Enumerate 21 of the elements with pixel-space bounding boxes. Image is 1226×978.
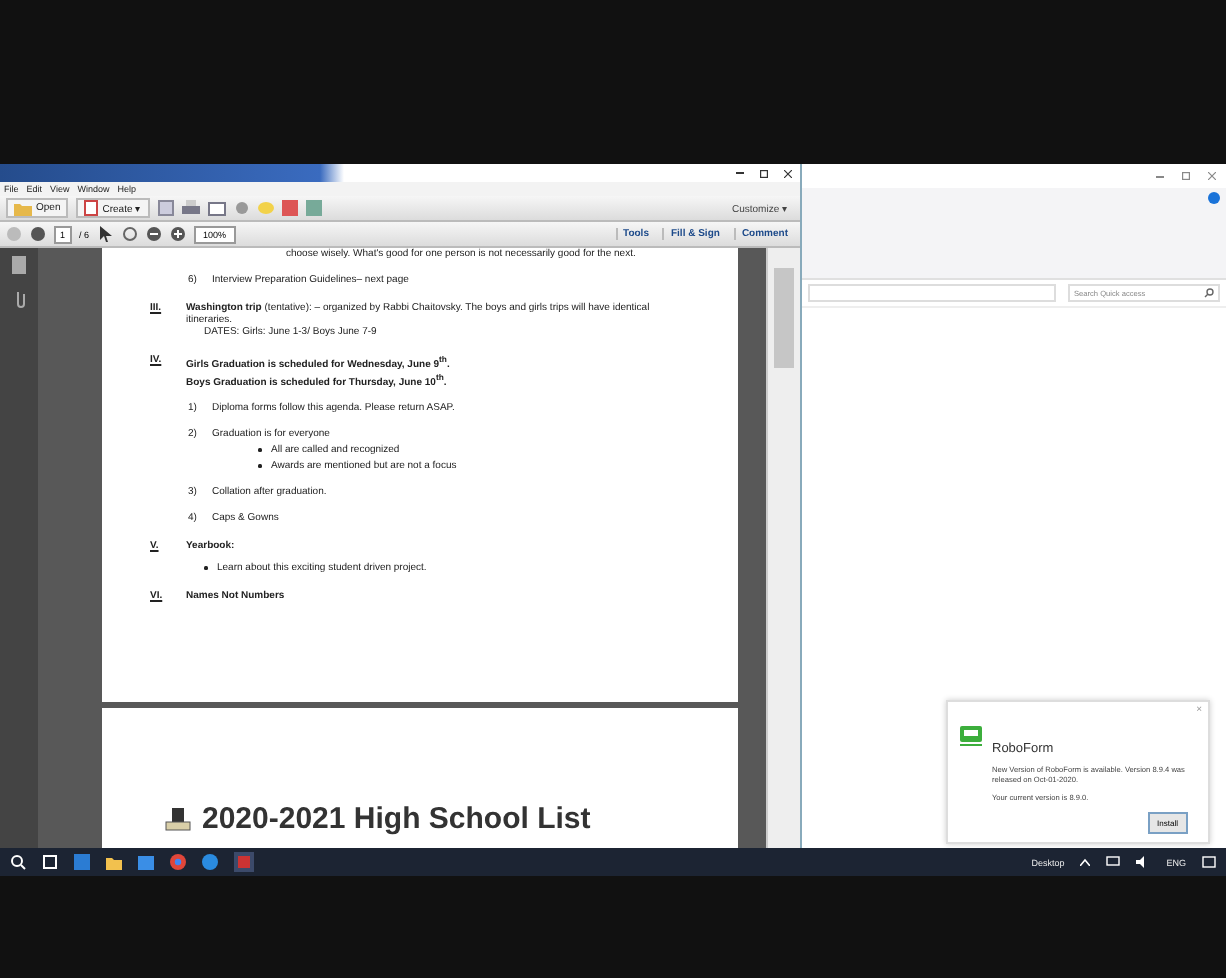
close-icon[interactable] bbox=[784, 169, 792, 177]
search-icon[interactable] bbox=[10, 854, 26, 870]
paperclip-icon[interactable] bbox=[11, 290, 27, 308]
zoom-in-icon[interactable] bbox=[169, 226, 186, 242]
printer-icon[interactable] bbox=[181, 200, 200, 216]
folder-icon bbox=[14, 201, 32, 215]
cursor-icon[interactable] bbox=[97, 226, 114, 242]
document-icon bbox=[84, 200, 99, 216]
search-icon bbox=[1204, 288, 1214, 298]
app-logo-icon bbox=[960, 726, 982, 746]
zoom-out-icon[interactable] bbox=[145, 226, 162, 242]
school-logo-icon bbox=[164, 805, 192, 833]
scrollbar[interactable] bbox=[766, 248, 800, 848]
page-title: 2020-2021 High School List bbox=[202, 802, 591, 836]
help-icon[interactable] bbox=[1208, 192, 1220, 204]
caret-icon[interactable] bbox=[1080, 858, 1091, 866]
notification-icon[interactable] bbox=[1202, 855, 1216, 869]
minimize-icon[interactable] bbox=[1156, 175, 1164, 177]
task-view-icon[interactable] bbox=[42, 854, 58, 870]
folder-icon[interactable] bbox=[106, 855, 122, 869]
maximize-icon[interactable] bbox=[760, 169, 768, 177]
